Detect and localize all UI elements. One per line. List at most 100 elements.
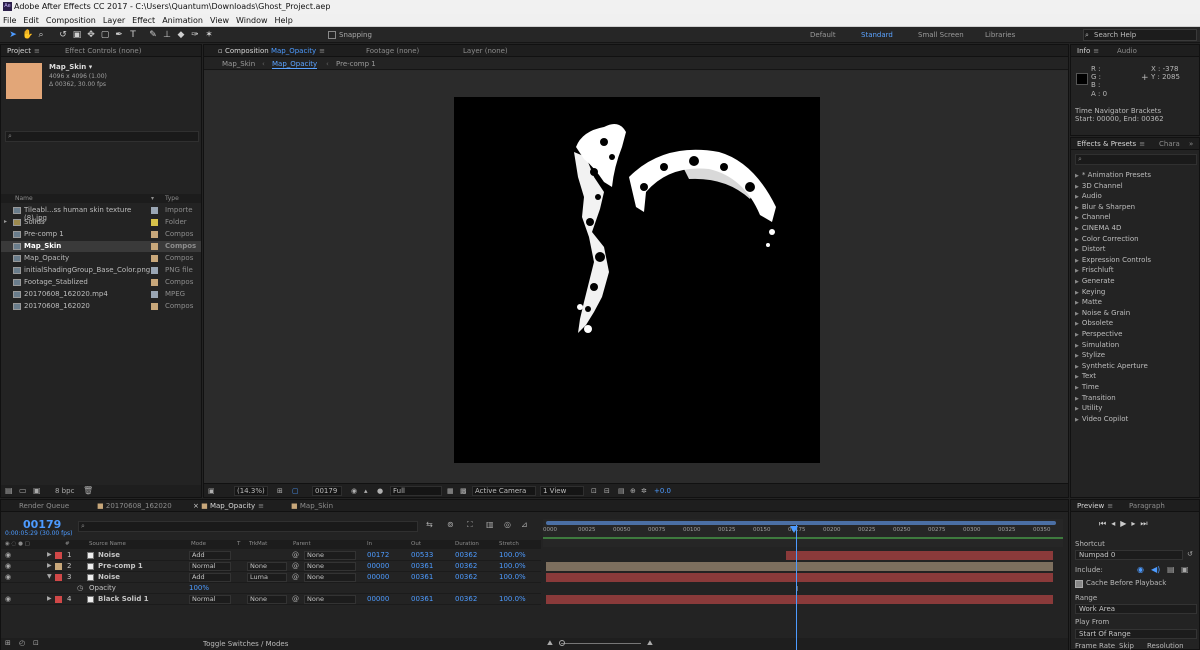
track-matte-dropdown[interactable]: None	[247, 562, 287, 571]
layer-out-point[interactable]: 00533	[411, 551, 433, 559]
rectangle-tool-icon[interactable]: ▢	[100, 30, 110, 40]
column-source-name[interactable]: Source Name	[89, 541, 126, 547]
effect-category[interactable]: ▶ Stylize	[1075, 351, 1105, 359]
layer-stretch[interactable]: 100.0%	[499, 551, 526, 559]
expand-layer-icon[interactable]: ▼	[47, 573, 52, 580]
menu-edit[interactable]: Edit	[23, 16, 39, 25]
disclosure-triangle-icon[interactable]: ▶	[1075, 237, 1079, 243]
breadcrumb-pre-comp[interactable]: Pre-comp 1	[336, 60, 376, 68]
layer-stretch[interactable]: 100.0%	[499, 573, 526, 581]
search-help-input[interactable]: ⌕ Search Help	[1083, 29, 1197, 41]
layer-switches-icon[interactable]: ⊞	[5, 639, 11, 647]
disclosure-triangle-icon[interactable]: ▶	[1075, 173, 1079, 179]
blend-mode-dropdown[interactable]: Normal	[189, 595, 231, 604]
parent-pickwhip-icon[interactable]: @	[292, 595, 299, 603]
3d-draft-icon[interactable]: ⊟	[604, 487, 610, 495]
disclosure-triangle-icon[interactable]: ▶	[1075, 311, 1079, 317]
layer-row[interactable]: ◉ ▶ 2 Pre-comp 1 Normal None @ None 00000 00361 00…	[1, 561, 541, 572]
bit-depth-button[interactable]: 8 bpc	[55, 487, 74, 495]
composition-canvas[interactable]	[454, 97, 820, 463]
menu-file[interactable]: File	[3, 16, 16, 25]
zoom-in-icon[interactable]: ⛰	[647, 639, 653, 648]
zoom-out-icon[interactable]: ⛰	[547, 639, 553, 648]
layer-stretch[interactable]: 100.0%	[499, 595, 526, 603]
effect-category[interactable]: ▶ Generate	[1075, 277, 1115, 285]
pen-tool-icon[interactable]: ✒	[114, 30, 124, 40]
close-icon[interactable]: ×	[193, 502, 199, 510]
interpret-footage-icon[interactable]: ▤	[5, 486, 13, 495]
tab-paragraph[interactable]: Paragraph	[1129, 502, 1165, 510]
magnification-dropdown[interactable]: (14.3%)	[234, 486, 268, 496]
effect-category[interactable]: ▶ Text	[1075, 372, 1096, 380]
transfer-controls-icon[interactable]: ◴	[19, 639, 25, 647]
first-frame-icon[interactable]: ⏮	[1099, 519, 1111, 528]
tab-preview[interactable]: Preview ≡	[1077, 502, 1113, 510]
label-color-swatch[interactable]	[151, 303, 158, 310]
blend-mode-dropdown[interactable]: Normal	[189, 562, 231, 571]
hand-tool-icon[interactable]: ✋	[22, 30, 33, 40]
camera-view-dropdown[interactable]: Active Camera	[472, 486, 536, 496]
stopwatch-icon[interactable]: ◷	[77, 584, 83, 592]
effect-category[interactable]: ▶ Video Copilot	[1075, 415, 1128, 423]
disclosure-triangle-icon[interactable]: ▶	[1075, 343, 1079, 349]
selected-item-name[interactable]: Map_Skin ▾	[49, 63, 92, 71]
layer-name[interactable]: Noise	[98, 551, 120, 559]
include-overlays-icon[interactable]: ▤	[1167, 565, 1175, 574]
effect-category[interactable]: ▶ Blur & Sharpen	[1075, 203, 1135, 211]
menu-window[interactable]: Window	[236, 16, 268, 25]
previous-frame-icon[interactable]: ◂	[1111, 519, 1120, 528]
layer-name[interactable]: Noise	[98, 573, 120, 581]
column-type[interactable]: Type	[165, 195, 179, 202]
effect-category[interactable]: ▶ Matte	[1075, 298, 1102, 306]
disclosure-triangle-icon[interactable]: ▶	[1075, 364, 1079, 370]
shortcut-dropdown[interactable]: Numpad 0	[1075, 550, 1183, 560]
tab-comp-20170608[interactable]: ■ 20170608_162020	[97, 502, 172, 510]
label-color-swatch[interactable]	[151, 267, 158, 274]
disclosure-triangle-icon[interactable]: ▶	[1075, 268, 1079, 274]
layer-duration[interactable]: 00362	[455, 562, 477, 570]
layer-duration-bar[interactable]	[546, 573, 1053, 582]
include-audio-icon[interactable]: ◀)	[1151, 565, 1160, 574]
zoom-slider-handle[interactable]	[559, 640, 565, 646]
toggle-pixel-aspect-icon[interactable]: ⊡	[591, 487, 597, 495]
flowchart-icon[interactable]: ⊕	[630, 487, 636, 495]
project-item[interactable]: Tileabl...ss human skin texture (8).jpg I…	[1, 205, 201, 222]
layer-duration-bar[interactable]	[546, 562, 1053, 571]
always-preview-icon[interactable]: ▣	[208, 487, 215, 495]
draft-3d-icon[interactable]: ⊚	[447, 520, 454, 529]
current-time-field[interactable]: 00179	[312, 486, 342, 496]
exposure-icon[interactable]: ✲	[641, 487, 647, 495]
parent-pickwhip-icon[interactable]: @	[292, 562, 299, 570]
view-layout-dropdown[interactable]: 1 View	[540, 486, 584, 496]
rotate-tool-icon[interactable]: ↺	[58, 30, 68, 40]
label-color-swatch[interactable]	[151, 255, 158, 262]
parent-pickwhip-icon[interactable]: @	[292, 551, 299, 559]
expand-layer-icon[interactable]: ▶	[47, 562, 52, 569]
new-composition-icon[interactable]: ▣	[33, 486, 41, 495]
trash-icon[interactable]: 🗑	[83, 486, 93, 495]
include-layer-controls-icon[interactable]: ▣	[1181, 565, 1189, 574]
layer-duration[interactable]: 00362	[455, 573, 477, 581]
tab-effects-presets[interactable]: Effects & Presets ≡	[1077, 140, 1145, 148]
toggle-switches-modes-button[interactable]: Toggle Switches / Modes	[203, 640, 288, 648]
tab-footage[interactable]: Footage (none)	[366, 47, 419, 55]
effect-category[interactable]: ▶ Color Correction	[1075, 235, 1139, 243]
menu-view[interactable]: View	[210, 16, 229, 25]
menu-composition[interactable]: Composition	[46, 16, 96, 25]
column-duration[interactable]: Duration	[455, 541, 479, 547]
parent-pickwhip-icon[interactable]: @	[292, 573, 299, 581]
effect-category[interactable]: ▶ Perspective	[1075, 330, 1122, 338]
workspace-small-screen[interactable]: Small Screen	[918, 31, 964, 39]
column-stretch[interactable]: Stretch	[499, 541, 519, 547]
transparency-grid-icon[interactable]: ▩	[460, 487, 467, 495]
effect-category[interactable]: ▶ Time	[1075, 383, 1099, 391]
snapping-checkbox[interactable]	[328, 31, 336, 39]
timeline-sync-icon[interactable]: ▤	[618, 487, 625, 495]
visibility-eye-icon[interactable]: ◉	[5, 551, 11, 559]
grid-icon[interactable]: ⊞	[277, 487, 283, 495]
column-in[interactable]: In	[367, 541, 372, 547]
selection-tool-icon[interactable]: ➤	[8, 30, 18, 40]
tab-project[interactable]: Project ≡	[7, 47, 40, 55]
cache-before-playback-checkbox[interactable]	[1075, 580, 1083, 588]
layer-row[interactable]: ◉ ▶ 1 Noise Add @ None 00172 00533 00362 100.0%	[1, 550, 541, 561]
